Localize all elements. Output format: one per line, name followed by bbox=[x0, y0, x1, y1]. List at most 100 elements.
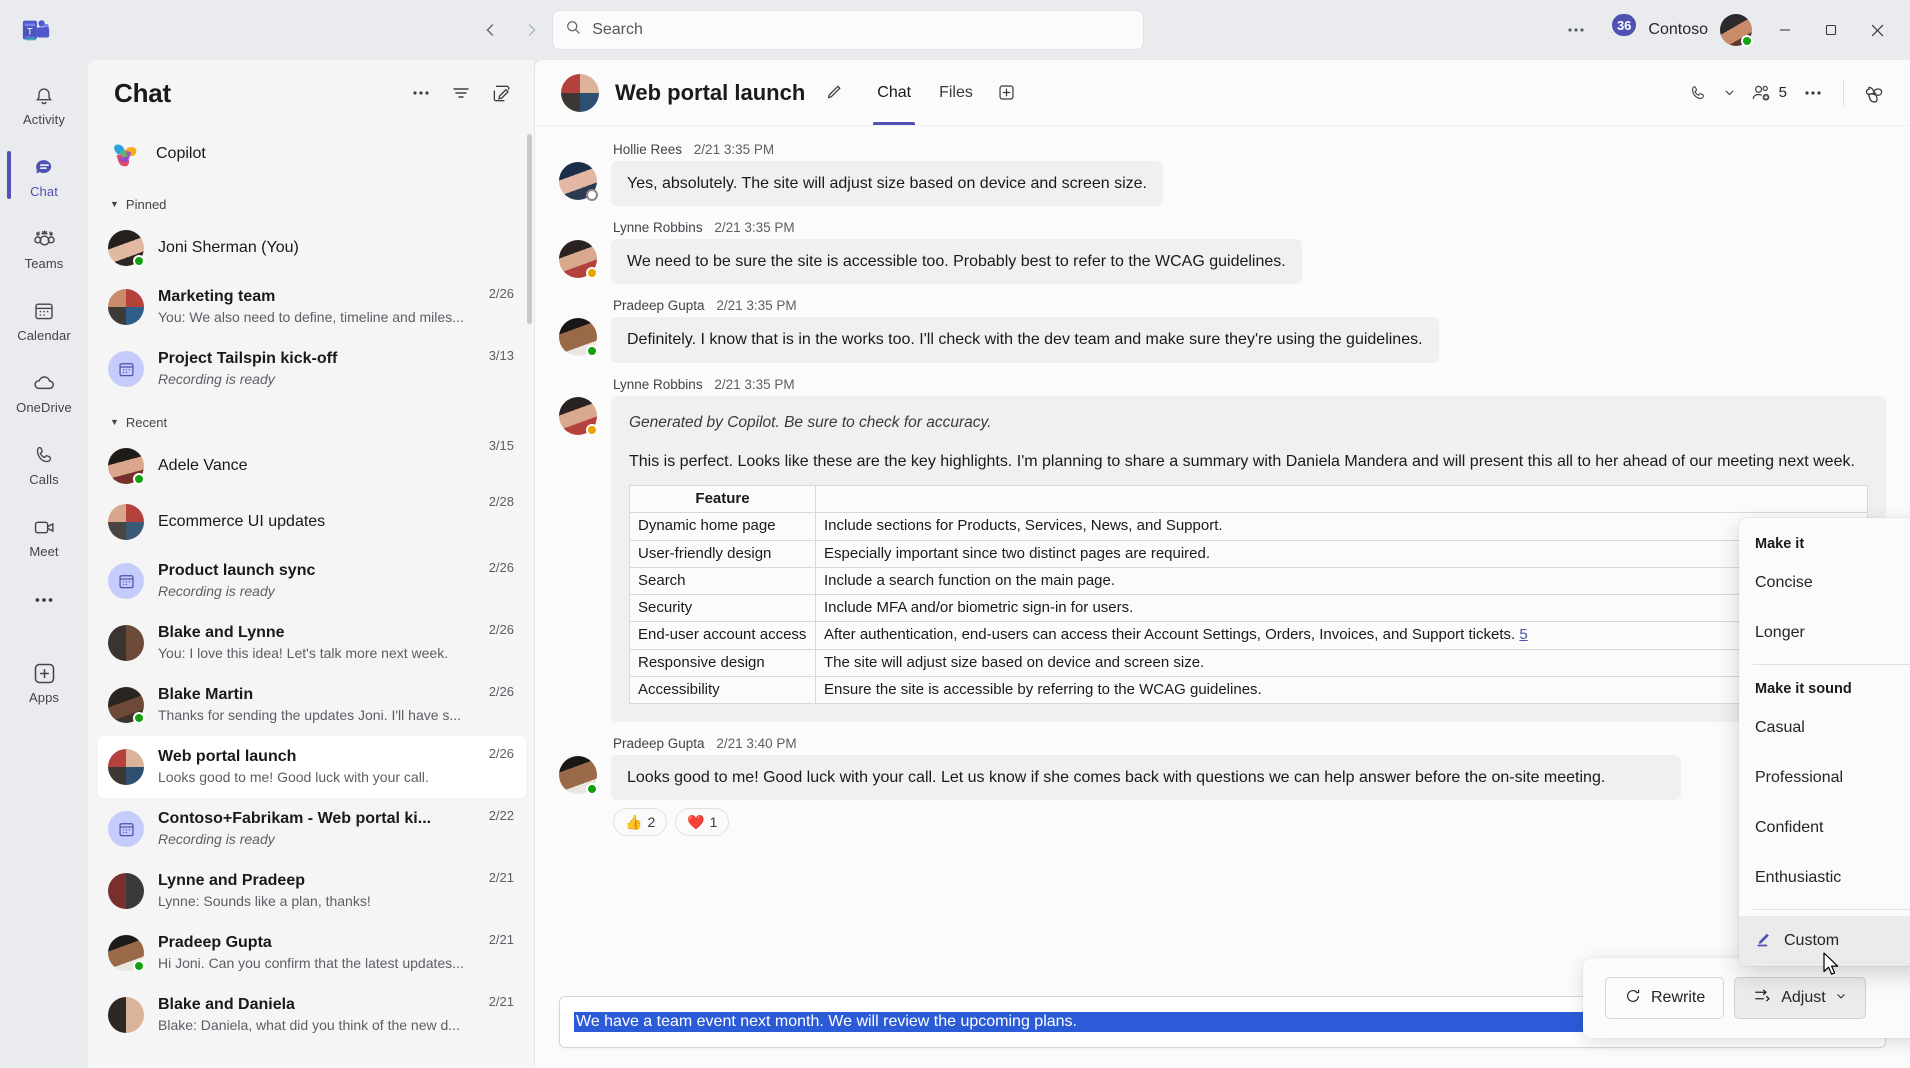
filter-icon[interactable] bbox=[442, 74, 480, 112]
avatar bbox=[108, 230, 145, 267]
chat-list-item-contoso-fabrikam[interactable]: Contoso+Fabrikam - Web portal ki... Reco… bbox=[98, 798, 526, 860]
compose-new-chat-icon[interactable] bbox=[482, 74, 520, 112]
message-copilot-generated: Lynne Robbins 2/21 3:35 PM Generated by … bbox=[559, 377, 1886, 723]
chat-list-item-lynne-and-pradeep[interactable]: Lynne and Pradeep Lynne: Sounds like a p… bbox=[98, 860, 526, 922]
chat-group-header-recent[interactable]: ▼ Recent bbox=[98, 406, 526, 438]
conversation-more-button[interactable] bbox=[1795, 75, 1831, 111]
menu-item-enthusiastic[interactable]: Enthusiastic bbox=[1739, 853, 1910, 903]
sidebar-item-calls[interactable]: Calls bbox=[5, 428, 83, 500]
chat-list-item-pradeep-gupta[interactable]: Pradeep Gupta Hi Joni. Can you confirm t… bbox=[98, 922, 526, 984]
chat-list-more-button[interactable] bbox=[402, 74, 440, 112]
menu-section-header-make-it-sound: Make it sound bbox=[1755, 681, 1852, 697]
sidebar-item-label: Chat bbox=[30, 184, 58, 199]
presence-available-icon bbox=[586, 783, 598, 796]
menu-item-longer[interactable]: Longer bbox=[1739, 608, 1910, 658]
avatar bbox=[108, 289, 144, 325]
message-author: Lynne Robbins bbox=[613, 220, 703, 236]
chat-list-item-date: 2/26 bbox=[488, 622, 514, 637]
maximize-button[interactable] bbox=[1808, 10, 1854, 50]
people-button[interactable]: 5 bbox=[1744, 75, 1793, 111]
chat-list-item-product-launch-sync[interactable]: Product launch sync Recording is ready 2… bbox=[98, 550, 526, 612]
adjust-button[interactable]: Adjust bbox=[1734, 977, 1866, 1019]
call-options-chevron-icon[interactable] bbox=[1718, 75, 1742, 111]
table-cell-feature: Search bbox=[629, 566, 816, 596]
chat-list-scrollbar[interactable] bbox=[527, 134, 532, 324]
chat-list-item-blake-martin[interactable]: Blake Martin Thanks for sending the upda… bbox=[98, 674, 526, 736]
chat-list-item-text: Copilot bbox=[156, 144, 514, 164]
tab-label: Files bbox=[939, 83, 973, 101]
sidebar-item-label: Calls bbox=[29, 472, 59, 487]
sidebar-item-label: Calendar bbox=[17, 328, 71, 343]
compose-text-selected[interactable]: We have a team event next month. We will… bbox=[574, 1012, 1625, 1032]
message-text: Definitely. I know that is in the works … bbox=[611, 317, 1439, 363]
citation-link[interactable]: 5 bbox=[1519, 626, 1527, 643]
user-avatar[interactable] bbox=[1720, 14, 1753, 47]
close-button[interactable] bbox=[1854, 10, 1900, 50]
tab-chat[interactable]: Chat bbox=[865, 60, 923, 125]
table-cell-feature: Dynamic home page bbox=[629, 512, 816, 541]
chat-list-item-ecommerce-ui-updates[interactable]: Ecommerce UI updates 2/28 bbox=[98, 494, 526, 550]
back-button[interactable] bbox=[473, 12, 509, 48]
chat-list-item-adele-vance[interactable]: Adele Vance 3/15 bbox=[98, 438, 526, 494]
sidebar-item-activity[interactable]: Activity bbox=[5, 68, 83, 140]
sidebar-item-calendar[interactable]: Calendar bbox=[5, 284, 83, 356]
copilot-button[interactable] bbox=[1856, 75, 1892, 111]
sidebar-more-button[interactable] bbox=[33, 572, 55, 632]
chat-list-item-marketing-team[interactable]: Marketing team You: We also need to defi… bbox=[98, 276, 526, 338]
avatar bbox=[559, 240, 598, 280]
menu-item-custom[interactable]: Custom bbox=[1739, 916, 1910, 966]
search-input[interactable]: Search bbox=[553, 11, 1144, 49]
chat-list-item-text: Blake and Daniela Blake: Daniela, what d… bbox=[158, 995, 475, 1034]
sidebar-item-apps[interactable]: Apps bbox=[5, 646, 83, 718]
chat-list-item-text: Blake and Lynne You: I love this idea! L… bbox=[158, 623, 475, 662]
reaction-heart[interactable]: ❤️ 1 bbox=[675, 808, 730, 837]
presence-offline-icon bbox=[586, 189, 598, 201]
menu-item-casual[interactable]: Casual bbox=[1739, 703, 1910, 753]
edit-title-icon[interactable] bbox=[815, 75, 851, 111]
table-cell-description: The site will adjust size based on devic… bbox=[815, 648, 1868, 677]
settings-more-button[interactable] bbox=[1558, 12, 1594, 48]
chat-list-item-copilot[interactable]: Copilot bbox=[98, 126, 526, 182]
conversation-title: Web portal launch bbox=[615, 79, 806, 105]
chat-group-header-pinned[interactable]: ▼ Pinned bbox=[98, 188, 526, 220]
table-cell-text: After authentication, end-users can acce… bbox=[824, 626, 1516, 644]
tab-files[interactable]: Files bbox=[927, 60, 985, 125]
notifications-button[interactable]: 36 bbox=[1596, 10, 1640, 50]
chat-list-header: Chat bbox=[88, 60, 534, 126]
teams-icon bbox=[30, 225, 58, 253]
sidebar-item-teams[interactable]: Teams bbox=[5, 212, 83, 284]
table-row: Dynamic home page Include sections for P… bbox=[629, 512, 1868, 541]
table-row: Search Include a search function on the … bbox=[629, 566, 1868, 596]
chat-list-item-blake-and-lynne[interactable]: Blake and Lynne You: I love this idea! L… bbox=[98, 612, 526, 674]
menu-item-concise[interactable]: Concise bbox=[1739, 558, 1910, 608]
minimize-button[interactable] bbox=[1762, 10, 1808, 50]
more-icon bbox=[33, 589, 55, 616]
menu-item-label: Casual bbox=[1755, 719, 1805, 736]
sidebar-item-chat[interactable]: Chat bbox=[5, 140, 83, 212]
reaction-count: 1 bbox=[709, 814, 718, 831]
sidebar-item-onedrive[interactable]: OneDrive bbox=[5, 356, 83, 428]
menu-item-professional[interactable]: Professional bbox=[1739, 753, 1910, 803]
menu-item-label: Professional bbox=[1755, 769, 1844, 786]
title-bar-center: Search bbox=[473, 11, 1144, 49]
reaction-thumbsup[interactable]: 👍 2 bbox=[613, 808, 668, 837]
avatar bbox=[108, 873, 144, 909]
chat-list-item-preview: Thanks for sending the updates Joni. I'l… bbox=[158, 707, 462, 724]
table-header-cell bbox=[815, 485, 1868, 514]
chat-list-item-blake-and-daniela[interactable]: Blake and Daniela Blake: Daniela, what d… bbox=[98, 984, 526, 1046]
message-text: Yes, absolutely. The site will adjust si… bbox=[611, 161, 1163, 207]
search-placeholder: Search bbox=[592, 21, 643, 38]
call-button[interactable] bbox=[1680, 75, 1716, 111]
rewrite-button[interactable]: Rewrite bbox=[1605, 977, 1725, 1019]
chat-list-item-web-portal-launch[interactable]: Web portal launch Looks good to me! Good… bbox=[98, 736, 526, 798]
menu-section-header-make-it: Make it bbox=[1755, 536, 1805, 552]
chat-list-item-project-tailspin-kick-off[interactable]: Project Tailspin kick-off Recording is r… bbox=[98, 338, 526, 400]
message-list[interactable]: Hollie Rees 2/21 3:35 PM Yes, absolutely… bbox=[535, 126, 1910, 986]
chat-list-scroll[interactable]: Copilot ▼ Pinned Joni Sherman (You) Mark… bbox=[88, 126, 534, 1068]
chat-list-item-joni-sherman[interactable]: Joni Sherman (You) bbox=[98, 220, 526, 276]
chevron-down-icon: ▼ bbox=[110, 199, 119, 209]
add-tab-icon[interactable] bbox=[989, 75, 1025, 111]
forward-button[interactable] bbox=[513, 12, 549, 48]
menu-item-confident[interactable]: Confident bbox=[1739, 803, 1910, 853]
sidebar-item-meet[interactable]: Meet bbox=[5, 500, 83, 572]
